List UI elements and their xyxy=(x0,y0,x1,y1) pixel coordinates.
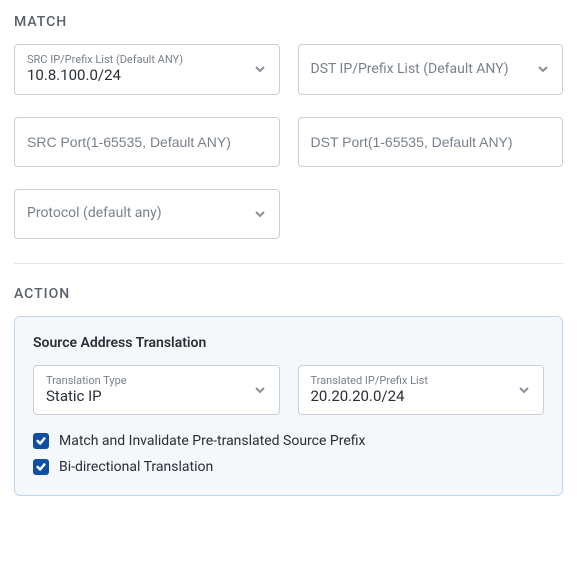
translation-type-label: Translation Type xyxy=(46,374,241,387)
chevron-down-icon xyxy=(517,383,531,397)
dst-ip-placeholder: DST IP/Prefix List (Default ANY) xyxy=(311,61,525,78)
sat-heading: Source Address Translation xyxy=(33,335,544,351)
chevron-down-icon xyxy=(253,62,267,76)
translation-type-value: Static IP xyxy=(46,387,241,407)
protocol-placeholder: Protocol (default any) xyxy=(27,205,241,222)
src-ip-label: SRC IP/Prefix List (Default ANY) xyxy=(27,53,241,66)
match-invalidate-checkbox[interactable]: Match and Invalidate Pre-translated Sour… xyxy=(33,433,544,449)
checkbox-checked-icon xyxy=(33,459,49,475)
source-address-translation-panel: Source Address Translation Translation T… xyxy=(14,316,563,497)
section-divider xyxy=(14,263,563,264)
src-ip-value: 10.8.100.0/24 xyxy=(27,66,241,86)
bidirectional-checkbox[interactable]: Bi-directional Translation xyxy=(33,459,544,475)
src-ip-prefix-select[interactable]: SRC IP/Prefix List (Default ANY) 10.8.10… xyxy=(14,44,280,95)
translated-list-label: Translated IP/Prefix List xyxy=(311,374,506,387)
translated-ip-prefix-select[interactable]: Translated IP/Prefix List 20.20.20.0/24 xyxy=(298,365,545,416)
match-section-title: MATCH xyxy=(14,14,563,30)
dst-port-field[interactable] xyxy=(311,134,525,150)
chevron-down-icon xyxy=(253,207,267,221)
src-port-input[interactable] xyxy=(14,117,280,167)
protocol-select[interactable]: Protocol (default any) xyxy=(14,189,280,239)
dst-ip-prefix-select[interactable]: DST IP/Prefix List (Default ANY) xyxy=(298,44,564,95)
match-invalidate-label: Match and Invalidate Pre-translated Sour… xyxy=(59,433,365,449)
bidirectional-label: Bi-directional Translation xyxy=(59,459,213,475)
chevron-down-icon xyxy=(253,383,267,397)
chevron-down-icon xyxy=(536,62,550,76)
action-section-title: ACTION xyxy=(14,286,563,302)
translated-list-value: 20.20.20.0/24 xyxy=(311,387,506,407)
translation-type-select[interactable]: Translation Type Static IP xyxy=(33,365,280,416)
dst-port-input[interactable] xyxy=(298,117,564,167)
checkbox-checked-icon xyxy=(33,433,49,449)
src-port-field[interactable] xyxy=(27,134,241,150)
